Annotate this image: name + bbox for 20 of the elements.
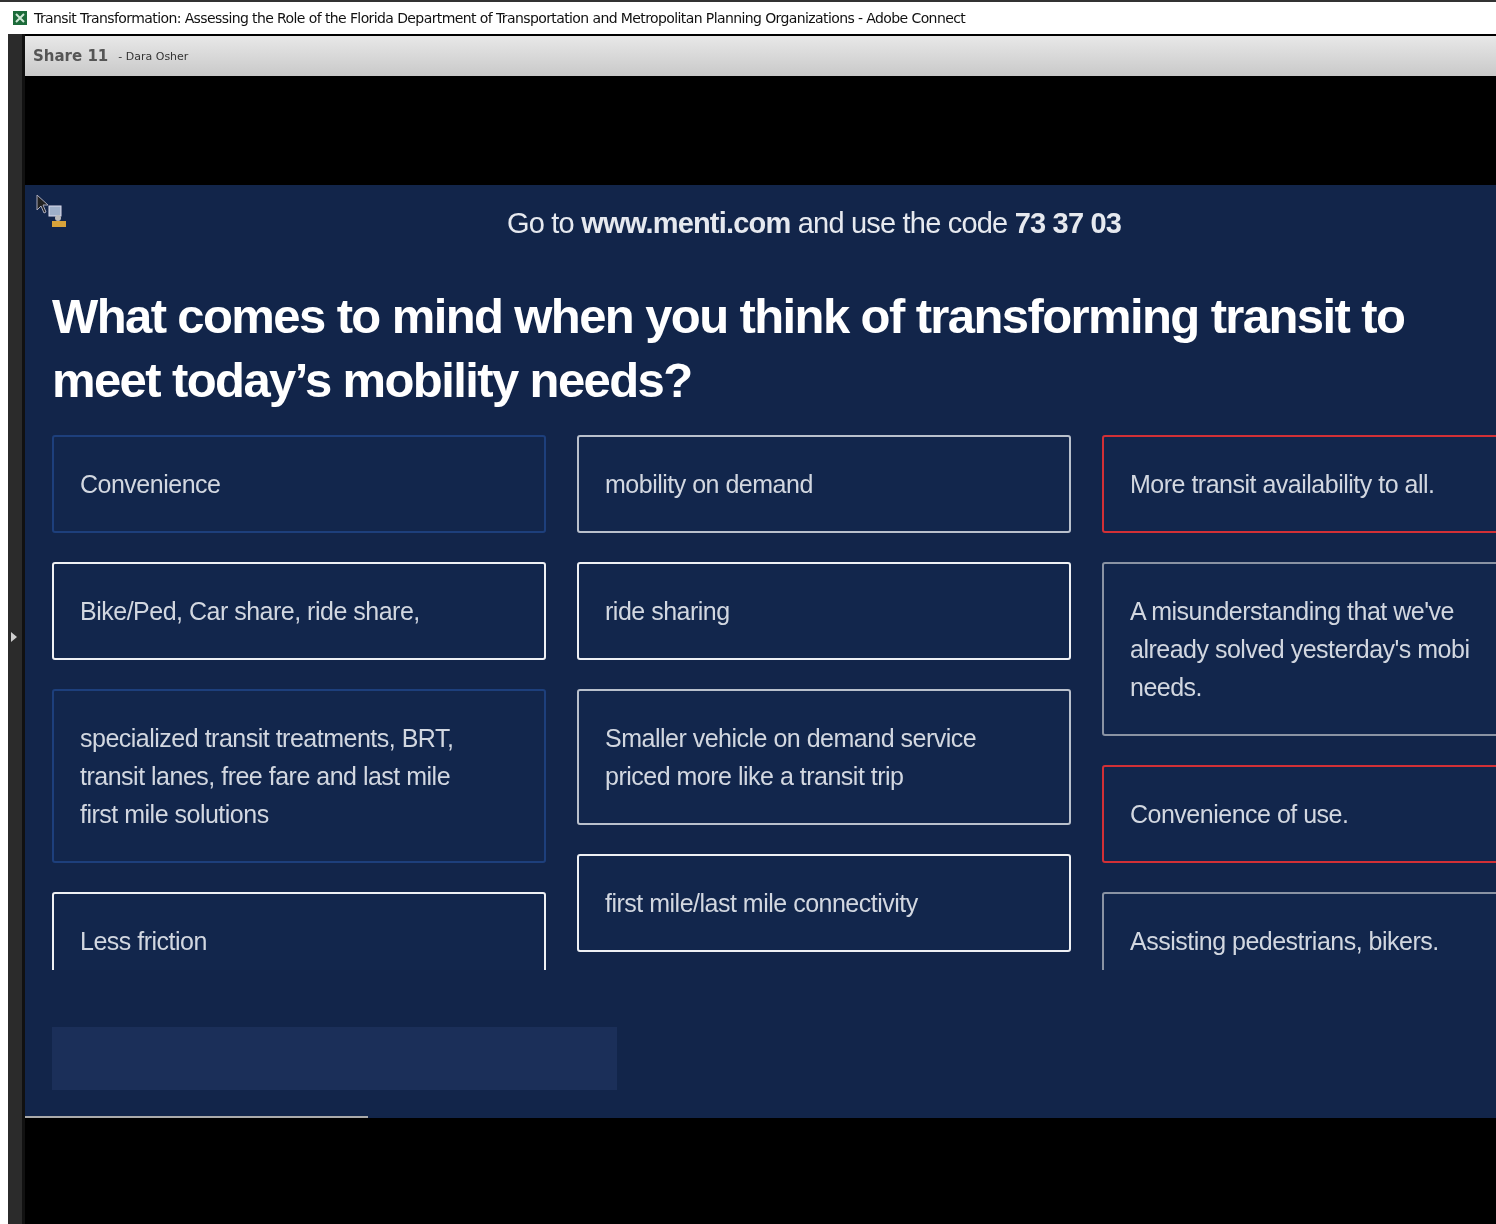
response-text: Less friction xyxy=(80,926,207,957)
response-text: A misunderstanding that we've already solved yesterday's mobi needs. xyxy=(1130,596,1470,703)
expand-arrow-icon[interactable] xyxy=(11,632,17,642)
window-title: Transit Transformation: Assessing the Role of the Florida Department of Transportation and Metropolitan Planning Organizations - Adobe Connect xyxy=(34,10,966,26)
response-text: ride sharing xyxy=(605,596,730,627)
presenter-name: - Dara Osher xyxy=(118,49,189,63)
response-text: More transit availability to all. xyxy=(1130,469,1435,500)
instructions-text: Go to www.menti.com and use the code 73 37 03 xyxy=(507,207,1122,240)
response-text: mobility on demand xyxy=(605,469,813,500)
response-text: Assisting pedestrians, bikers. xyxy=(1130,926,1439,957)
response-text: specialized transit treatments, BRT, transit lanes, free fare and last mile first mile solutions xyxy=(80,723,454,830)
response-text: first mile/last mile connectivity xyxy=(605,888,918,919)
response-text: Bike/Ped, Car share, ride share, xyxy=(80,596,420,627)
presenter-cursor-icon xyxy=(36,194,68,228)
response-text: Smaller vehicle on demand service priced more like a transit trip xyxy=(605,723,977,792)
response-text: Convenience of use. xyxy=(1130,799,1349,830)
pod-title: Share 11 xyxy=(33,47,109,65)
question-heading: What comes to mind when you think of transforming transit to meet today’s mobility needs? xyxy=(52,288,1405,409)
app-icon xyxy=(13,11,27,25)
response-text: Convenience xyxy=(80,469,221,500)
